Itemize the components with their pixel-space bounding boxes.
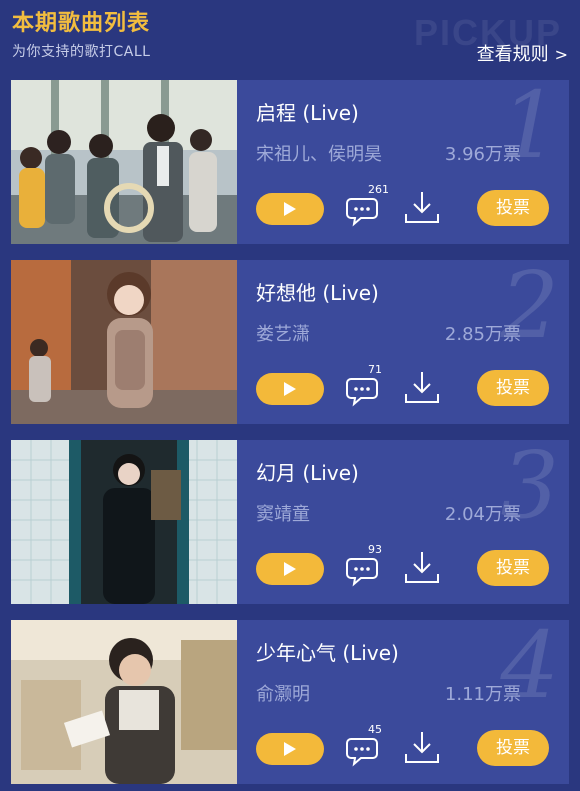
song-card: 1 启程 (Live) 宋祖儿、侯明昊 3.96万票 261 投票: [11, 80, 569, 244]
play-button[interactable]: [256, 553, 324, 585]
comment-icon: [346, 378, 378, 407]
download-button[interactable]: [402, 548, 442, 588]
download-button[interactable]: [402, 368, 442, 408]
song-cover-image[interactable]: [11, 620, 237, 784]
song-cover-image[interactable]: [11, 80, 237, 244]
download-icon: [405, 372, 439, 403]
vote-button[interactable]: 投票: [477, 370, 549, 406]
play-button[interactable]: [256, 733, 324, 765]
song-title: 幻月 (Live): [256, 461, 359, 485]
comment-count: 93: [368, 543, 382, 556]
song-artist: 娄艺潇: [256, 324, 310, 345]
play-icon: [284, 202, 296, 216]
comment-button[interactable]: [343, 190, 383, 230]
page-title: 本期歌曲列表: [12, 11, 151, 36]
vote-button[interactable]: 投票: [477, 730, 549, 766]
download-button[interactable]: [402, 728, 442, 768]
song-title: 好想他 (Live): [256, 281, 379, 305]
comment-button[interactable]: [343, 550, 383, 590]
play-button[interactable]: [256, 193, 324, 225]
view-rules-link[interactable]: 查看规则 >: [477, 40, 568, 66]
song-title: 少年心气 (Live): [256, 641, 399, 665]
song-card: 2 好想他 (Live) 娄艺潇 2.85万票 71 投票: [11, 260, 569, 424]
comment-icon: [346, 738, 378, 767]
play-icon: [284, 562, 296, 576]
chevron-right-icon: >: [554, 45, 568, 64]
song-artist: 宋祖儿、侯明昊: [256, 144, 382, 165]
comment-icon: [346, 558, 378, 587]
vote-count: 2.04万票: [444, 504, 521, 525]
view-rules-label: 查看规则: [476, 44, 549, 65]
download-icon: [405, 732, 439, 763]
song-artist: 窦靖童: [256, 504, 310, 525]
comment-button[interactable]: [343, 730, 383, 770]
download-button[interactable]: [402, 188, 442, 228]
play-icon: [284, 742, 296, 756]
song-cover-image[interactable]: [11, 440, 237, 604]
vote-button[interactable]: 投票: [477, 550, 549, 586]
page-subtitle: 为你支持的歌打CALL: [12, 44, 151, 60]
song-card: 3 幻月 (Live) 窦靖童 2.04万票 93 投票: [11, 440, 569, 604]
song-artist: 俞灏明: [256, 684, 310, 705]
comment-count: 71: [368, 363, 382, 376]
song-card: 4 少年心气 (Live) 俞灏明 1.11万票 45 投票: [11, 620, 569, 784]
song-cover-image[interactable]: [11, 260, 237, 424]
play-icon: [284, 382, 296, 396]
vote-button[interactable]: 投票: [477, 190, 549, 226]
header: PICKUP 本期歌曲列表 为你支持的歌打CALL 查看规则 >: [0, 0, 580, 78]
comment-count: 45: [368, 723, 382, 736]
vote-count: 3.96万票: [444, 144, 521, 165]
download-icon: [405, 552, 439, 583]
song-title: 启程 (Live): [256, 101, 359, 125]
vote-count: 1.11万票: [444, 684, 521, 705]
comment-count: 261: [368, 183, 389, 196]
comment-button[interactable]: [343, 370, 383, 410]
vote-count: 2.85万票: [444, 324, 521, 345]
download-icon: [405, 192, 439, 223]
play-button[interactable]: [256, 373, 324, 405]
comment-icon: [346, 198, 378, 227]
